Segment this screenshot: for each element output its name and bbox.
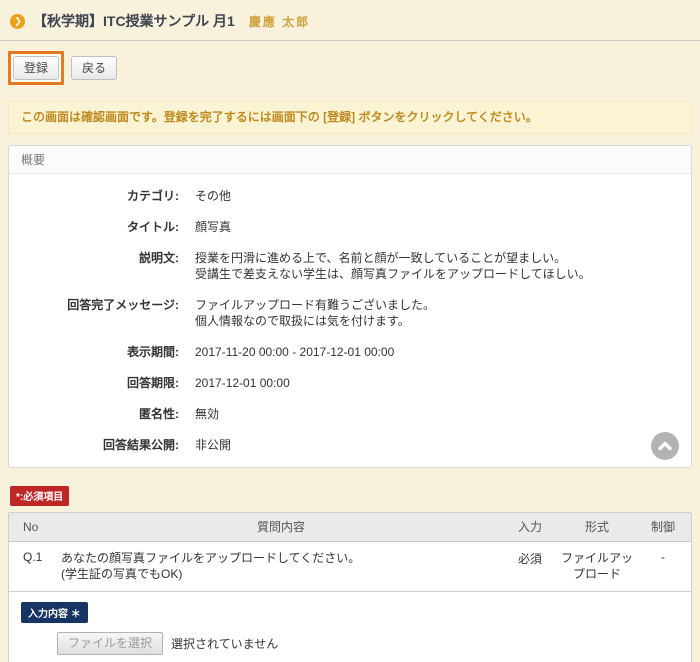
field-value: 顔写真 [195, 219, 675, 235]
page-title: 【秋学期】ITC授業サンプル 月1 [33, 11, 235, 31]
field-display-period: 表示期間: 2017-11-20 00:00 - 2017-12-01 00:0… [25, 344, 675, 360]
field-label: タイトル: [25, 219, 195, 235]
field-description: 説明文: 授業を円滑に進める上で、名前と顔が一致していることが望ましい。 受講生… [25, 250, 675, 282]
field-value: その他 [195, 188, 675, 204]
field-label: 匿名性: [25, 406, 195, 422]
field-label: 回答期限: [25, 375, 195, 391]
field-value: 無効 [195, 406, 675, 422]
field-value: 2017-11-20 00:00 - 2017-12-01 00:00 [195, 344, 675, 360]
column-header-format: 形式 [559, 518, 635, 535]
file-upload-row: ファイルを選択 選択されていません [57, 632, 679, 655]
column-header-content: 質問内容 [61, 518, 501, 535]
scroll-to-top-button[interactable] [651, 432, 679, 460]
register-button-top[interactable]: 登録 [13, 56, 59, 80]
input-content-badge: 入力内容 ＊ [21, 602, 88, 623]
field-label: 回答完了メッセージ: [25, 297, 195, 329]
chevron-right-circle-icon: ❯ [10, 14, 25, 29]
creator-name-link[interactable]: 慶應 太郎 [249, 13, 310, 30]
back-button-top[interactable]: 戻る [71, 56, 117, 80]
file-selection-status: 選択されていません [171, 635, 278, 652]
field-value: 非公開 [195, 437, 675, 453]
overview-body: カテゴリ: その他 タイトル: 顔写真 説明文: 授業を円滑に進める上で、名前と… [9, 174, 691, 467]
field-title: タイトル: 顔写真 [25, 219, 675, 235]
field-anonymity: 匿名性: 無効 [25, 406, 675, 422]
field-result-publication: 回答結果公開: 非公開 [25, 437, 675, 453]
overview-panel: 概要 カテゴリ: その他 タイトル: 顔写真 説明文: 授業を円滑に進める上で、… [8, 145, 692, 468]
field-value: 2017-12-01 00:00 [195, 375, 675, 391]
field-answer-deadline: 回答期限: 2017-12-01 00:00 [25, 375, 675, 391]
column-header-no: No [9, 520, 61, 534]
answer-input-area: 入力内容 ＊ ファイルを選択 選択されていません [9, 592, 691, 662]
choose-file-button[interactable]: ファイルを選択 [57, 632, 163, 655]
question-format: ファイルアップロード [559, 550, 635, 582]
question-table-header: No 質問内容 入力 形式 制御 [9, 513, 691, 542]
question-table: No 質問内容 入力 形式 制御 Q.1 あなたの顔写真ファイルをアップロードし… [8, 512, 692, 662]
question-input-flag: 必須 [501, 550, 559, 567]
field-label: 説明文: [25, 250, 195, 282]
required-items-badge: *:必須項目 [10, 486, 69, 506]
column-header-control: 制御 [635, 518, 691, 535]
question-number: Q.1 [9, 550, 61, 564]
field-label: カテゴリ: [25, 188, 195, 204]
question-control: - [635, 550, 691, 564]
field-value: ファイルアップロード有難うございました。 個人情報なので取扱には気を付けます。 [195, 297, 675, 329]
field-value: 授業を円滑に進める上で、名前と顔が一致していることが望ましい。 受講生で差支えな… [195, 250, 675, 282]
chevron-up-icon [657, 438, 673, 454]
field-category: カテゴリ: その他 [25, 188, 675, 204]
field-label: 表示期間: [25, 344, 195, 360]
confirmation-notice: この画面は確認画面です。登録を完了するには画面下の [登録] ボタンをクリックし… [8, 101, 692, 134]
page-header: ❯ 【秋学期】ITC授業サンプル 月1 慶應 太郎 [0, 0, 700, 31]
register-button-highlight: 登録 [8, 51, 64, 85]
field-completion-message: 回答完了メッセージ: ファイルアップロード有難うございました。 個人情報なので取… [25, 297, 675, 329]
field-label: 回答結果公開: [25, 437, 195, 453]
header-divider [0, 40, 700, 41]
column-header-input: 入力 [501, 518, 559, 535]
overview-section-title: 概要 [9, 146, 691, 174]
table-row: Q.1 あなたの顔写真ファイルをアップロードしてください。 (学生証の写真でもO… [9, 542, 691, 592]
top-toolbar: 登録 戻る [8, 51, 692, 85]
question-content: あなたの顔写真ファイルをアップロードしてください。 (学生証の写真でもOK) [61, 550, 501, 582]
